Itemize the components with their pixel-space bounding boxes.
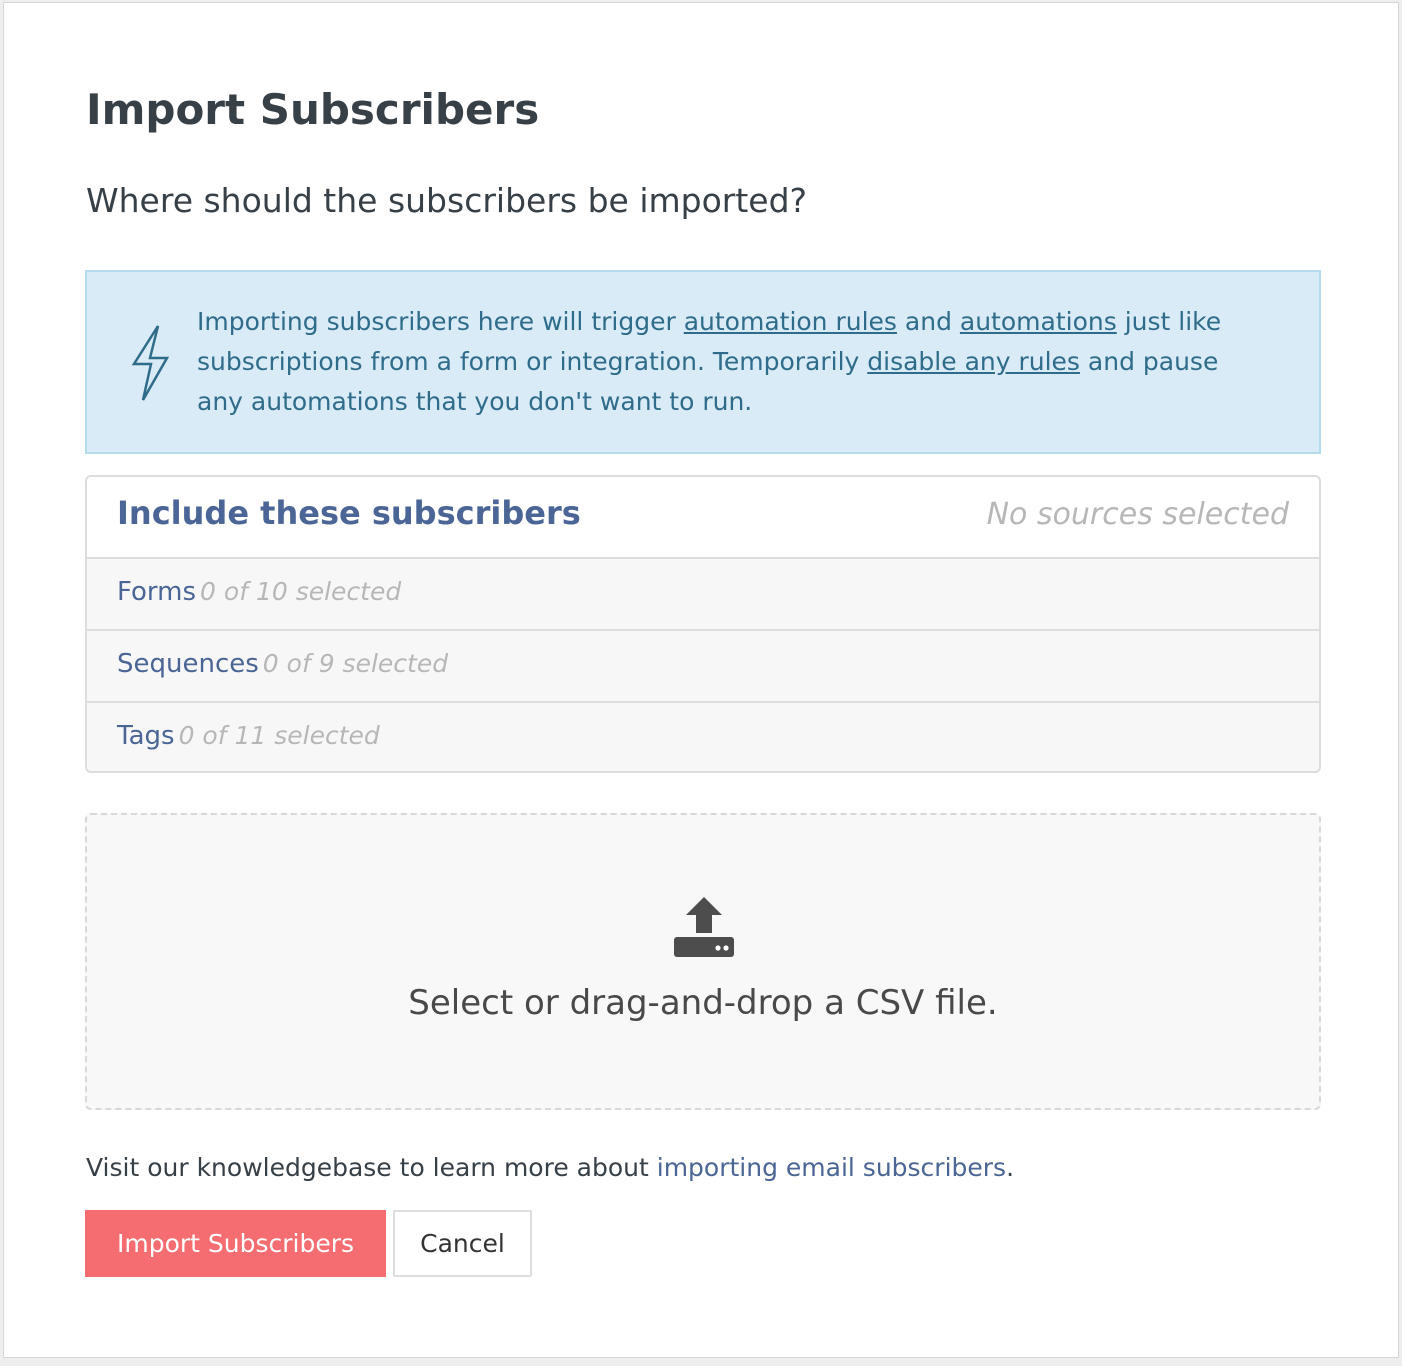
modal-title: Import Subscribers bbox=[86, 85, 540, 134]
info-text: Importing subscribers here will trigger … bbox=[197, 302, 1297, 422]
source-count: 0 of 10 selected bbox=[200, 577, 402, 606]
source-name: Tags bbox=[117, 721, 175, 751]
info-text-part: and bbox=[896, 307, 960, 336]
sources-header: Include these subscribers No sources sel… bbox=[87, 477, 1319, 559]
info-text-part: and pause bbox=[1079, 347, 1219, 376]
source-label: Forms 0 of 10 selected bbox=[117, 577, 401, 607]
source-label: Tags 0 of 11 selected bbox=[117, 721, 380, 751]
knowledgebase-prefix: Visit our knowledgebase to learn more ab… bbox=[86, 1153, 657, 1182]
import-subscribers-modal: Import Subscribers Where should the subs… bbox=[3, 2, 1399, 1358]
csv-dropzone[interactable]: Select or drag-and-drop a CSV file. bbox=[85, 813, 1321, 1110]
import-question: Where should the subscribers be imported… bbox=[86, 181, 808, 220]
upload-icon bbox=[674, 897, 734, 957]
source-row-forms[interactable]: Forms 0 of 10 selected bbox=[87, 559, 1319, 631]
knowledgebase-text: Visit our knowledgebase to learn more ab… bbox=[86, 1153, 1014, 1182]
source-name: Sequences bbox=[117, 649, 259, 679]
cancel-button[interactable]: Cancel bbox=[393, 1210, 532, 1277]
source-row-tags[interactable]: Tags 0 of 11 selected bbox=[87, 703, 1319, 771]
source-label: Sequences 0 of 9 selected bbox=[117, 649, 448, 679]
import-subscribers-button[interactable]: Import Subscribers bbox=[85, 1210, 386, 1277]
info-text-part: Importing subscribers here will trigger bbox=[197, 307, 684, 336]
include-subscribers-panel: Include these subscribers No sources sel… bbox=[85, 475, 1321, 773]
sources-title: Include these subscribers bbox=[117, 494, 581, 532]
lightning-bolt-icon bbox=[131, 325, 170, 401]
automations-link[interactable]: automations bbox=[960, 307, 1117, 336]
dropzone-text: Select or drag-and-drop a CSV file. bbox=[408, 983, 998, 1023]
source-row-sequences[interactable]: Sequences 0 of 9 selected bbox=[87, 631, 1319, 703]
source-count: 0 of 11 selected bbox=[178, 721, 380, 750]
info-text-part: any automations that you don't want to r… bbox=[197, 387, 753, 416]
disable-rules-link[interactable]: disable any rules bbox=[867, 347, 1080, 376]
info-text-part: just like bbox=[1116, 307, 1222, 336]
info-text-part: subscriptions from a form or integration… bbox=[197, 347, 868, 376]
knowledgebase-period: . bbox=[1006, 1153, 1015, 1182]
source-count: 0 of 9 selected bbox=[262, 649, 449, 678]
automation-info-box: Importing subscribers here will trigger … bbox=[85, 270, 1321, 454]
source-name: Forms bbox=[117, 577, 197, 607]
automation-rules-link[interactable]: automation rules bbox=[684, 307, 897, 336]
sources-status: No sources selected bbox=[986, 497, 1289, 532]
knowledgebase-link[interactable]: importing email subscribers bbox=[657, 1153, 1006, 1182]
